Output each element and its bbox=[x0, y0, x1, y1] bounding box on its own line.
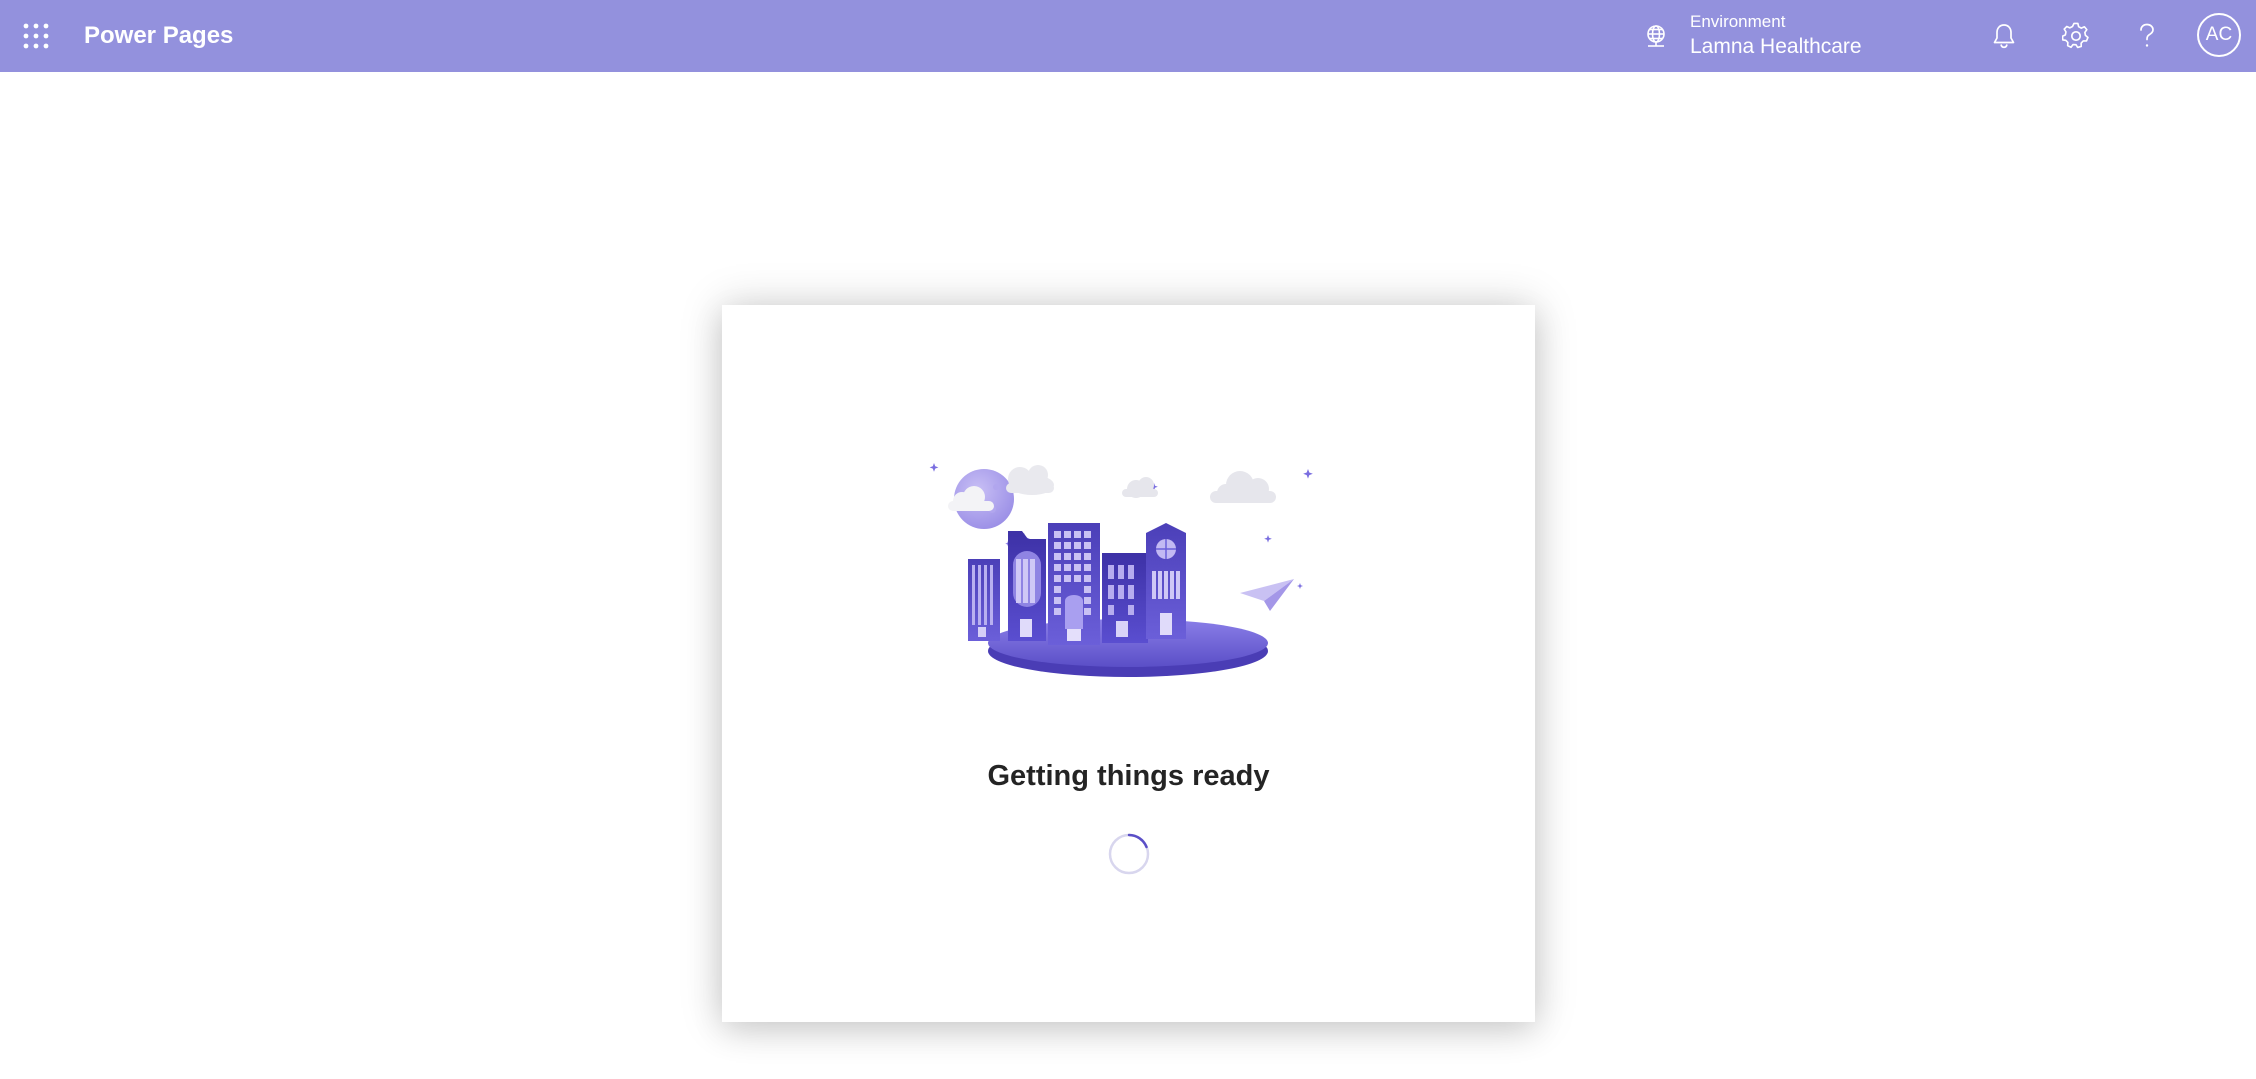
loading-spinner-icon bbox=[1108, 833, 1150, 875]
top-bar: Power Pages Environment Lamna Healthcare bbox=[0, 0, 2256, 72]
loading-status-text: Getting things ready bbox=[987, 760, 1270, 792]
environment-name: Lamna Healthcare bbox=[1690, 35, 1862, 58]
loading-card: Getting things ready bbox=[722, 305, 1535, 1022]
app-title[interactable]: Power Pages bbox=[84, 0, 233, 72]
help-button[interactable] bbox=[2123, 12, 2171, 60]
help-icon bbox=[2140, 23, 2154, 47]
settings-button[interactable] bbox=[2052, 12, 2100, 60]
city-buildings-illustration bbox=[929, 463, 1313, 677]
app-launcher-button[interactable] bbox=[16, 16, 56, 56]
environment-picker[interactable]: Environment Lamna Healthcare bbox=[1636, 0, 1862, 72]
app-launcher-icon bbox=[23, 23, 49, 49]
notifications-button[interactable] bbox=[1980, 12, 2028, 60]
environment-label: Environment bbox=[1690, 12, 1786, 31]
user-avatar[interactable]: AC bbox=[2197, 13, 2241, 57]
gear-icon bbox=[2062, 22, 2089, 49]
bell-icon bbox=[1993, 24, 2015, 49]
globe-icon bbox=[1636, 16, 1676, 56]
